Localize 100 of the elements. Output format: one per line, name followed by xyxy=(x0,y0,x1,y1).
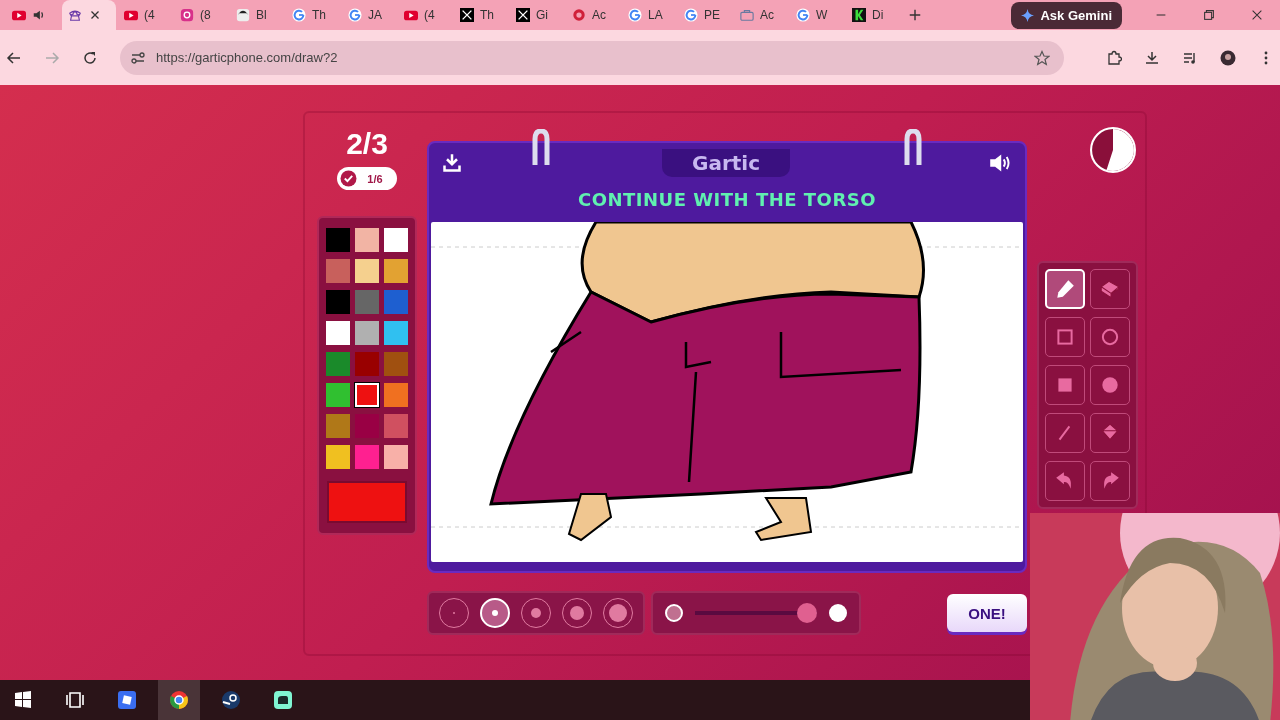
color-swatch[interactable] xyxy=(326,259,350,283)
pencil-tool-button[interactable] xyxy=(1045,269,1085,309)
color-swatch[interactable] xyxy=(355,445,379,469)
browser-tab[interactable]: Th xyxy=(454,0,508,30)
browser-tab[interactable] xyxy=(62,0,116,30)
drawing-prompt: CONTINUE WITH THE TORSO xyxy=(577,189,877,210)
forward-icon[interactable] xyxy=(44,49,60,66)
line-tool-button[interactable] xyxy=(1045,413,1085,453)
color-swatch[interactable] xyxy=(355,352,379,376)
tab-title: Gi xyxy=(536,8,548,22)
browser-tab[interactable]: (4 xyxy=(118,0,172,30)
windows-start-icon xyxy=(13,690,33,710)
color-swatch[interactable] xyxy=(355,383,379,407)
swirl-icon xyxy=(572,8,586,22)
pencil-icon xyxy=(1054,278,1076,300)
color-swatch[interactable] xyxy=(326,414,350,438)
browser-tab[interactable]: Ac xyxy=(566,0,620,30)
color-swatch[interactable] xyxy=(384,445,408,469)
speaker-icon[interactable] xyxy=(32,8,46,22)
g-icon xyxy=(348,8,362,22)
close-icon[interactable] xyxy=(1250,8,1264,22)
taskbar-button[interactable] xyxy=(158,680,200,720)
phone-icon xyxy=(68,8,82,22)
done-button[interactable]: ONE! xyxy=(947,594,1027,632)
redo-tool-button[interactable] xyxy=(1090,461,1130,501)
round-app-icon xyxy=(221,690,241,710)
check-icon xyxy=(340,170,358,187)
undo-tool-button[interactable] xyxy=(1045,461,1085,501)
puzzle-icon[interactable] xyxy=(1106,49,1122,66)
tab-title: Th xyxy=(312,8,326,22)
color-swatch[interactable] xyxy=(326,321,350,345)
browser-tab[interactable]: LA xyxy=(622,0,676,30)
back-icon[interactable] xyxy=(6,49,22,66)
k-icon xyxy=(852,8,866,22)
g-icon xyxy=(796,8,810,22)
sparkle-icon xyxy=(1021,8,1035,22)
low-opacity-dot xyxy=(665,604,683,622)
eraser-tool-button[interactable] xyxy=(1090,269,1130,309)
ellipse-fill-tool-button[interactable] xyxy=(1090,365,1130,405)
color-swatch[interactable] xyxy=(384,259,408,283)
browser-tab[interactable]: Gi xyxy=(510,0,564,30)
new-tab-icon[interactable] xyxy=(908,8,922,22)
restore-icon[interactable] xyxy=(1202,8,1216,22)
address-bar[interactable]: https://garticphone.com/draw?2 xyxy=(120,40,1064,75)
camera-icon xyxy=(180,8,194,22)
color-swatch[interactable] xyxy=(355,228,379,252)
bookmark-star-icon[interactable] xyxy=(1034,49,1050,66)
gartic-logo: Gartic xyxy=(661,149,790,177)
rect-fill-tool-button[interactable] xyxy=(1045,365,1085,405)
done-count-badge: 1/6 xyxy=(337,167,397,190)
browser-tab[interactable]: Ac xyxy=(734,0,788,30)
browser-tab[interactable]: (8 xyxy=(174,0,228,30)
browser-icon xyxy=(169,690,189,710)
color-swatch[interactable] xyxy=(384,352,408,376)
browser-tab[interactable]: Bl xyxy=(230,0,284,30)
profile-avatar-icon[interactable] xyxy=(1220,49,1236,66)
color-swatch[interactable] xyxy=(384,321,408,345)
download-icon[interactable] xyxy=(441,153,463,173)
color-swatch[interactable] xyxy=(326,352,350,376)
x-icon xyxy=(460,8,474,22)
full-opacity-dot xyxy=(829,604,847,622)
ellipse-tool-button[interactable] xyxy=(1090,317,1130,357)
browser-tab[interactable]: (4 xyxy=(398,0,452,30)
browser-tab[interactable]: JA xyxy=(342,0,396,30)
tab-title: W xyxy=(816,8,828,22)
tab-title: Th xyxy=(480,8,494,22)
play-icon xyxy=(124,8,138,22)
speaker-icon[interactable] xyxy=(989,153,1011,173)
tab-title: (8 xyxy=(200,8,211,22)
site-settings-icon[interactable] xyxy=(130,49,146,66)
avatar-icon xyxy=(236,8,250,22)
color-swatch[interactable] xyxy=(384,383,408,407)
color-swatch[interactable] xyxy=(355,290,379,314)
color-swatch[interactable] xyxy=(326,383,350,407)
color-swatch[interactable] xyxy=(384,414,408,438)
color-swatch[interactable] xyxy=(326,445,350,469)
browser-tab[interactable]: PE xyxy=(678,0,732,30)
color-swatch[interactable] xyxy=(355,321,379,345)
ask-gemini-button[interactable]: Ask Gemini xyxy=(1011,1,1122,29)
color-swatch[interactable] xyxy=(355,259,379,283)
tab-title: Bl xyxy=(256,8,267,22)
browser-tab[interactable]: Di xyxy=(846,0,900,30)
task-view-icon xyxy=(65,690,85,710)
tab-title: Ac xyxy=(760,8,774,22)
rect-tool-button[interactable] xyxy=(1045,317,1085,357)
reload-icon[interactable] xyxy=(82,49,98,66)
slider-thumb[interactable] xyxy=(797,603,817,623)
color-swatch[interactable] xyxy=(326,290,350,314)
download-icon[interactable] xyxy=(1144,49,1160,66)
color-swatch[interactable] xyxy=(326,228,350,252)
x-icon xyxy=(516,8,530,22)
color-swatch[interactable] xyxy=(384,290,408,314)
browser-tab[interactable]: Th xyxy=(286,0,340,30)
bucket-tool-button[interactable] xyxy=(1090,413,1130,453)
browser-tab[interactable]: W xyxy=(790,0,844,30)
play-icon xyxy=(404,8,418,22)
tab-title: (4 xyxy=(424,8,435,22)
tab-title: Ac xyxy=(592,8,606,22)
color-swatch[interactable] xyxy=(384,228,408,252)
chat-app-icon xyxy=(273,690,293,710)
